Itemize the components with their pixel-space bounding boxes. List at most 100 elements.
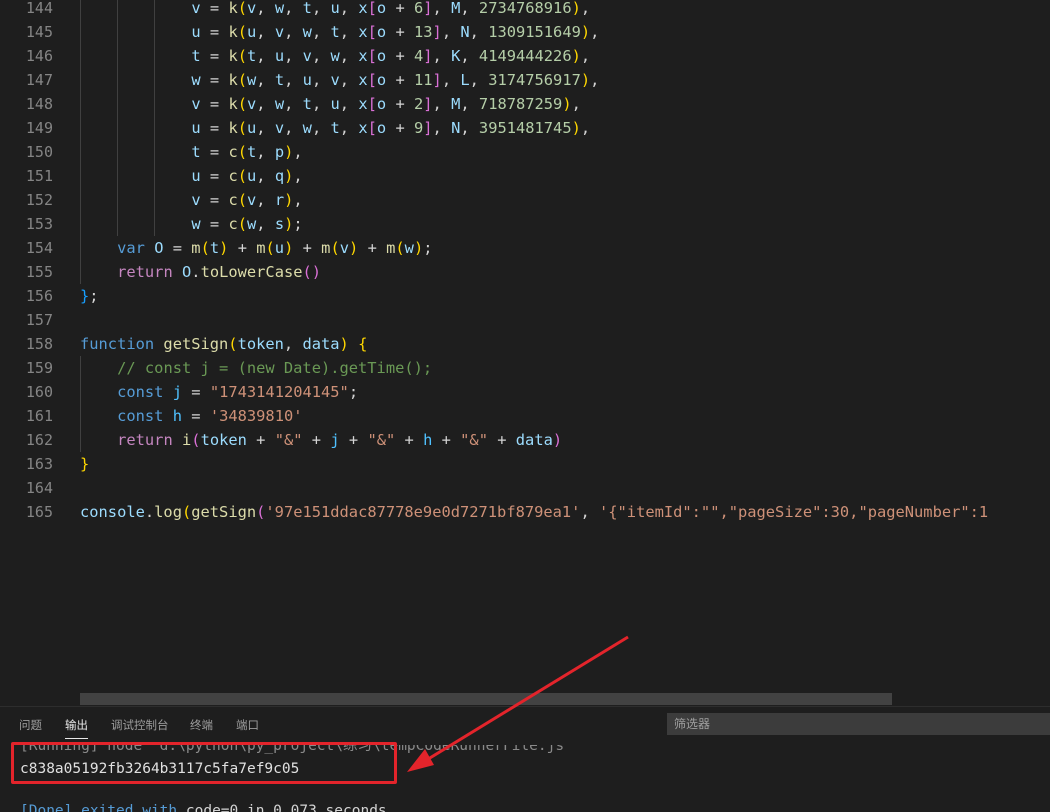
code-token: ) — [349, 239, 359, 257]
tab-output[interactable]: 输出 — [65, 717, 88, 739]
line-number: 153 — [25, 215, 53, 233]
line-number: 149 — [25, 119, 53, 137]
line-number: 165 — [25, 503, 53, 521]
code-token: ) — [552, 431, 563, 449]
code-token: o — [376, 0, 387, 17]
code-line[interactable]: 145 u = k(u, v, w, t, x[o + 13], N, 13091… — [0, 20, 1050, 44]
code-line[interactable]: 153 w = c(w, s); — [0, 212, 1050, 236]
code-line[interactable]: 162 return i(token + "&" + j + "&" + h + … — [0, 428, 1050, 452]
code-line[interactable]: 165 console.log(getSign('97e151ddac87778e… — [0, 500, 1050, 524]
code-line[interactable]: 156}; — [0, 284, 1050, 308]
indent-guide — [117, 212, 119, 236]
line-number: 161 — [25, 407, 53, 425]
code-token: , — [284, 119, 303, 137]
code-token: + — [395, 431, 424, 449]
code-token: ) — [284, 143, 294, 161]
code-token: + — [386, 71, 414, 89]
code-token: v — [191, 0, 201, 17]
code-token: ) — [562, 95, 572, 113]
code-token: , — [441, 71, 461, 89]
indent-guide — [80, 404, 81, 428]
code-text: return O.toLowerCase() — [117, 260, 321, 284]
code-token: k — [228, 119, 238, 137]
horizontal-scrollbar[interactable] — [80, 693, 892, 705]
code-token: o — [376, 95, 387, 113]
line-number: 163 — [25, 455, 53, 473]
code-token: , — [311, 47, 331, 65]
code-token: ] — [432, 23, 442, 41]
tab-terminal[interactable]: 终端 — [190, 717, 213, 733]
code-token: w — [191, 215, 201, 233]
code-token: } — [80, 455, 90, 473]
code-line[interactable]: 157 — [0, 308, 1050, 332]
indent-guide — [80, 92, 81, 116]
code-token: o — [376, 119, 387, 137]
code-text: v = k(v, w, t, u, x[o + 6], M, 273476891… — [191, 0, 590, 20]
code-line[interactable]: 160 const j = "1743141204145"; — [0, 380, 1050, 404]
code-token: , — [293, 143, 303, 161]
code-line[interactable]: 148 v = k(v, w, t, u, x[o + 2], M, 718787… — [0, 92, 1050, 116]
annotation-highlight-box — [11, 742, 397, 784]
output-done-line: [Done] exited with code=0 in 0.073 secon… — [20, 801, 387, 812]
code-line[interactable]: 147 w = k(w, t, u, v, x[o + 11], L, 31747… — [0, 68, 1050, 92]
code-line[interactable]: 164 — [0, 476, 1050, 500]
code-token: function — [80, 335, 155, 353]
code-token: u — [191, 23, 201, 41]
code-token: w — [302, 119, 312, 137]
code-token: x — [358, 71, 368, 89]
indent-guide — [117, 92, 119, 116]
code-line[interactable]: 152 v = c(v, r), — [0, 188, 1050, 212]
code-line[interactable]: 158 function getSign(token, data) { — [0, 332, 1050, 356]
code-line[interactable]: 144 v = k(v, w, t, u, x[o + 6], M, 273476… — [0, 0, 1050, 20]
code-token: i — [182, 431, 192, 449]
code-token: m — [191, 239, 201, 257]
code-token: , — [256, 143, 275, 161]
line-number: 151 — [25, 167, 53, 185]
code-token: , — [311, 119, 331, 137]
code-line[interactable]: 146 t = k(t, u, v, w, x[o + 4], K, 414944… — [0, 44, 1050, 68]
line-number: 154 — [25, 239, 53, 257]
code-token: , — [441, 23, 461, 41]
code-text: v = c(v, r), — [191, 188, 302, 212]
indent-guide — [80, 260, 81, 284]
code-token: u — [191, 167, 201, 185]
line-number: 155 — [25, 263, 53, 281]
code-token: , — [432, 0, 452, 17]
tab-ports[interactable]: 端口 — [236, 717, 259, 733]
code-token: t — [247, 47, 257, 65]
code-token: , — [256, 0, 275, 17]
code-line[interactable]: 149 u = k(u, v, w, t, x[o + 9], N, 395148… — [0, 116, 1050, 140]
code-token: [ — [367, 47, 377, 65]
tab-problems[interactable]: 问题 — [19, 717, 42, 733]
code-editor[interactable]: 144 v = k(v, w, t, u, x[o + 6], M, 273476… — [0, 0, 1050, 706]
code-token: = — [182, 407, 210, 425]
tab-debug-console[interactable]: 调试控制台 — [111, 717, 169, 733]
code-token: [ — [367, 23, 377, 41]
code-token: u — [247, 167, 257, 185]
code-line[interactable]: 163} — [0, 452, 1050, 476]
code-line[interactable]: 161 const h = '34839810' — [0, 404, 1050, 428]
code-line[interactable]: 159 // const j = (new Date).getTime(); — [0, 356, 1050, 380]
code-token: N — [451, 119, 461, 137]
code-token: = — [200, 215, 229, 233]
code-token: h — [423, 431, 433, 449]
code-text: w = k(w, t, u, v, x[o + 11], L, 31747569… — [191, 68, 599, 92]
code-line[interactable]: 154 var O = m(t) + m(u) + m(v) + m(w); — [0, 236, 1050, 260]
code-line[interactable]: 151 u = c(u, q), — [0, 164, 1050, 188]
code-token: w — [330, 47, 340, 65]
code-line[interactable]: 150 t = c(t, p), — [0, 140, 1050, 164]
code-text: u = k(u, v, w, t, x[o + 9], N, 395148174… — [191, 116, 590, 140]
indent-guide — [80, 20, 81, 44]
code-text: function getSign(token, data) { — [80, 332, 367, 356]
code-token: + — [386, 23, 414, 41]
code-token: M — [451, 95, 461, 113]
code-token: , — [432, 95, 452, 113]
indent-guide — [117, 0, 119, 20]
code-token: '97e151ddac87778e9e0d7271bf879ea1' — [265, 503, 581, 521]
code-token: , — [339, 71, 359, 89]
code-line[interactable]: 155 return O.toLowerCase() — [0, 260, 1050, 284]
filter-input[interactable]: 筛选器 — [667, 713, 1050, 735]
code-token: L — [460, 71, 470, 89]
code-token: v — [274, 23, 285, 41]
